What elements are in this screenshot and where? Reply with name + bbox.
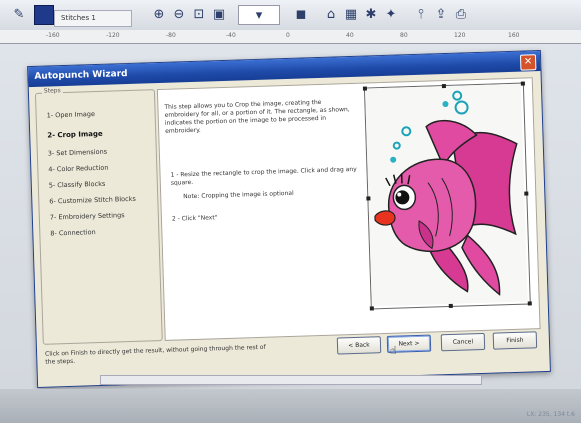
needle-icon[interactable]: ⫯ <box>412 5 430 23</box>
crop-image-preview[interactable] <box>362 81 532 311</box>
status-coordinates: LX: 235, 134 t.6 <box>526 411 575 418</box>
zoom-in-icon[interactable]: ⊕ <box>150 5 168 23</box>
fish-image <box>364 83 528 307</box>
screen: ✎ Stitches 1 ⊕ ⊖ ⊡ ▣ ▾ ◼ ⌂ ▦ ✱ ✦ ⫯ ⇪ ⎙ -… <box>0 0 581 423</box>
horizontal-scrollbar[interactable] <box>100 375 482 385</box>
autopunch-wizard-dialog: Autopunch Wizard ✕ Steps 1- Open Image 2… <box>27 50 551 388</box>
content-panel: This step allows you to Crop the image, … <box>156 77 541 341</box>
back-button[interactable]: < Back <box>336 336 382 355</box>
footer-hint: Click on Finish to directly get the resu… <box>45 343 266 366</box>
ruler-tick: 0 <box>286 32 290 39</box>
ruler-tick: -40 <box>226 32 236 39</box>
zoom-level-select[interactable]: ▾ <box>238 5 280 25</box>
status-bar: LX: 235, 134 t.6 <box>0 389 581 423</box>
step-connection: 8- Connection <box>50 228 96 238</box>
mouse-cursor-icon: ☝ <box>390 344 397 357</box>
zoom-out-icon[interactable]: ⊖ <box>170 5 188 23</box>
crop-handle-bottom-right[interactable] <box>527 301 532 306</box>
cancel-button[interactable]: Cancel <box>440 332 486 352</box>
document-tab[interactable]: Stitches 1 <box>54 10 132 27</box>
tools-icon[interactable]: ✱ <box>362 5 380 23</box>
finish-button[interactable]: Finish <box>492 331 538 350</box>
export-icon[interactable]: ⇪ <box>432 5 450 23</box>
instruction-next: 2 - Click "Next" <box>171 214 218 223</box>
step-open-image: 1- Open Image <box>46 110 96 120</box>
instruction-resize: 1 - Resize the rectangle to crop the ima… <box>170 165 357 187</box>
wand-icon[interactable]: ✦ <box>382 5 400 23</box>
ruler-tick: 160 <box>508 32 520 39</box>
crop-handle-top-right[interactable] <box>520 81 525 86</box>
zoom-actual-icon[interactable]: ▣ <box>210 5 228 23</box>
steps-legend: Steps <box>41 87 63 95</box>
steps-group: Steps 1- Open Image 2- Crop Image 3- Set… <box>34 87 163 345</box>
print-icon[interactable]: ⎙ <box>452 5 470 23</box>
app-toolbar: ✎ Stitches 1 ⊕ ⊖ ⊡ ▣ ▾ ◼ ⌂ ▦ ✱ ✦ ⫯ ⇪ ⎙ <box>0 0 581 31</box>
step-customize-stitch-blocks: 6- Customize Stitch Blocks <box>49 194 136 206</box>
step-classify-blocks: 5- Classify Blocks <box>48 179 106 190</box>
ruler-tick: 120 <box>454 32 466 39</box>
ruler-tick: -80 <box>166 32 176 39</box>
close-icon[interactable]: ✕ <box>519 54 537 71</box>
stitch-icon[interactable]: ◼ <box>292 5 310 23</box>
image-icon[interactable]: ▦ <box>342 5 360 23</box>
crop-note: Note: Cropping the image is optional <box>183 189 294 201</box>
crop-handle-top-left[interactable] <box>362 86 368 91</box>
step-set-dimensions: 3- Set Dimensions <box>47 147 108 158</box>
ruler-tick: 40 <box>346 32 354 39</box>
step-embroidery-settings: 7- Embroidery Settings <box>49 211 125 222</box>
horizontal-ruler: -160 -120 -80 -40 0 40 80 120 160 <box>0 30 581 44</box>
ruler-tick: -120 <box>106 32 120 39</box>
crop-handle-bottom[interactable] <box>448 303 453 309</box>
crop-handle-top[interactable] <box>441 84 446 89</box>
crop-handle-left[interactable] <box>366 196 371 201</box>
dialog-title: Autopunch Wizard <box>34 69 128 82</box>
ruler-tick: -160 <box>46 32 60 39</box>
step-description: This step allows you to Crop the image, … <box>164 98 350 135</box>
zoom-fit-icon[interactable]: ⊡ <box>190 5 208 23</box>
crop-handle-bottom-left[interactable] <box>369 306 374 311</box>
color-swatch-icon[interactable] <box>34 5 54 25</box>
ruler-tick: 80 <box>400 32 408 39</box>
home-icon[interactable]: ⌂ <box>322 5 340 23</box>
pen-icon[interactable]: ✎ <box>10 5 28 23</box>
step-color-reduction: 4- Color Reduction <box>48 163 109 174</box>
crop-handle-right[interactable] <box>524 191 529 196</box>
step-crop-image: 2- Crop Image <box>47 129 103 140</box>
